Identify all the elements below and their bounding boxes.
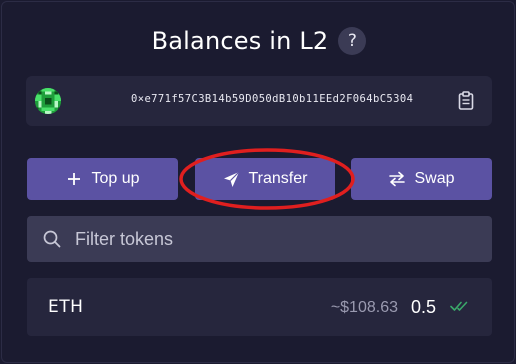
- transfer-label: Transfer: [248, 170, 308, 187]
- token-usd-value: ~$108.63: [330, 299, 398, 316]
- avatar: [35, 88, 61, 114]
- transfer-button[interactable]: Transfer: [195, 158, 335, 200]
- swap-arrows-icon: [388, 170, 406, 188]
- swap-label: Swap: [414, 170, 455, 187]
- token-symbol: ETH: [48, 297, 84, 317]
- address-card: 0×e771f57C3B14b59D050dB10b11EEd2F064bC53…: [26, 76, 492, 126]
- plus-icon: [65, 170, 83, 188]
- double-check-icon: [450, 301, 468, 311]
- clipboard-icon[interactable]: [458, 91, 474, 110]
- token-row[interactable]: ETH ~$108.63 0.5: [27, 278, 492, 336]
- search-icon: [43, 230, 61, 248]
- top-up-button[interactable]: Top up: [27, 158, 178, 200]
- identicon-icon: [35, 88, 61, 114]
- token-amount: 0.5: [410, 297, 436, 317]
- page-title: Balances in L2: [151, 27, 329, 55]
- filter-tokens-box: [27, 216, 492, 262]
- header: Balances in L2 ?: [2, 24, 516, 58]
- balances-panel: Balances in L2 ? 0×e771f57C3B14b59D050dB…: [1, 1, 515, 363]
- filter-tokens-input[interactable]: [75, 216, 475, 262]
- wallet-address: 0×e771f57C3B14b59D050dB10b11EEd2F064bC53…: [131, 93, 414, 105]
- top-up-label: Top up: [91, 170, 140, 187]
- help-icon[interactable]: ?: [338, 27, 367, 55]
- paper-plane-icon: [223, 170, 241, 188]
- swap-button[interactable]: Swap: [351, 158, 492, 200]
